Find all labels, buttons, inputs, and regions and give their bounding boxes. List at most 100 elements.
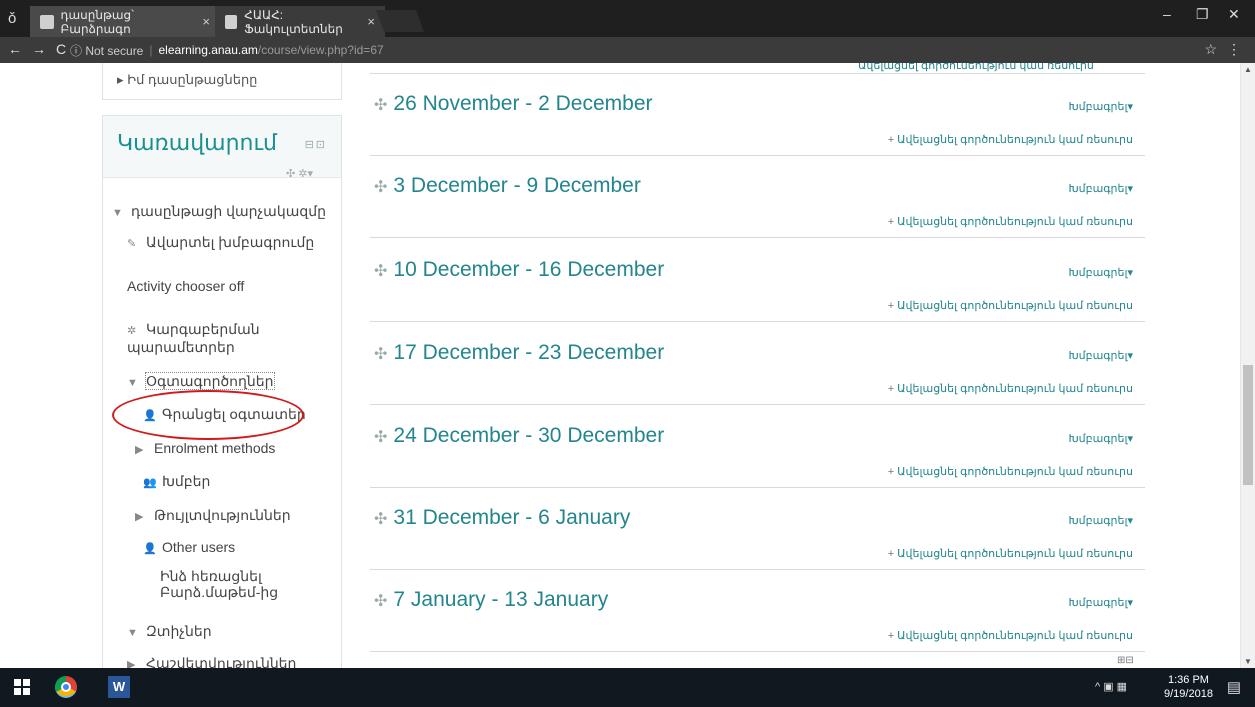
system-tray-icons[interactable]: ^ ▣ ▦ (1095, 680, 1127, 693)
sidebar-item-turn-editing-off[interactable]: ✎ Ավարտել խմբագրումը (127, 234, 314, 251)
add-activity-link[interactable]: + Ավելացնել գործունեություն կամ ռեսուրս (888, 382, 1133, 395)
scroll-down-icon[interactable]: ▼ (1244, 657, 1252, 666)
sidebar-item-users[interactable]: ▼ Օգտագործողներ (127, 372, 275, 390)
triangle-right-icon: ▶ (135, 444, 144, 456)
edit-menu[interactable]: Խմբագրել▾ (1069, 514, 1134, 527)
move-icon[interactable]: ✣ (374, 429, 387, 446)
add-activity-link[interactable]: Ավելացնել գործունեություն կամ ռեսուրս (858, 63, 1094, 72)
add-activity-link[interactable]: + Ավելացնել գործունեություն կամ ռեսուրս (888, 133, 1133, 146)
move-icon[interactable]: ✣ (374, 593, 387, 610)
course-section: ✣ 26 November - 2 December Խմբագրել▾ + Ավե… (370, 74, 1145, 156)
move-icon[interactable]: ✣ (374, 511, 387, 528)
sidebar-item-groups[interactable]: 👥 Խմբեր (143, 473, 210, 490)
section-title[interactable]: ✣ 3 December - 9 December (374, 174, 641, 198)
sidebar-item-course-admin[interactable]: ▼ դասընթացի վարչակազմը (112, 203, 326, 220)
plus-icon: + (887, 548, 895, 560)
edit-menu[interactable]: Խմբագրել▾ (1069, 100, 1134, 113)
forward-icon[interactable]: → (32, 41, 56, 57)
block-controls-icon[interactable]: ⊟⊡ (305, 138, 327, 151)
sidebar-item-permissions[interactable]: ▶ Թույլտվություններ (135, 507, 291, 524)
nav-buttons: ←→C (8, 41, 76, 57)
sidebar-item-activity-chooser[interactable]: Activity chooser off (127, 278, 244, 294)
new-tab-button[interactable] (375, 10, 425, 32)
close-window-icon[interactable]: ✕ (1228, 6, 1240, 23)
my-courses-link[interactable]: ▸ Իմ դասընթացները (117, 72, 257, 88)
sidebar-item-unenrol[interactable]: Ինձ հեռացնել Բարձ.մաթեմ-ից (160, 568, 280, 600)
tab-faculties[interactable]: ՀԱԱՀ: Ֆակուլտետներ × (215, 6, 385, 37)
section-title[interactable]: ✣ 26 November - 2 December (374, 92, 653, 116)
filter-icon: ▼ (127, 627, 138, 639)
tab-course[interactable]: դասընթաց՝ Բարձրագո × (30, 6, 220, 37)
browser-tab-bar: ǒ դասընթաց՝ Բարձրագո × ՀԱԱՀ: Ֆակուլտետնե… (0, 0, 1255, 37)
plus-icon: + (887, 466, 895, 478)
sidebar-item-reports[interactable]: ▶ Հաշվետվություններ (127, 655, 296, 668)
scroll-thumb[interactable] (1243, 365, 1253, 485)
gear-icon: ✲ (127, 325, 137, 337)
course-section: ✣ 31 December - 6 January Խմբագրել▾ + Ավել… (370, 488, 1145, 570)
groups-icon: 👥 (143, 477, 157, 489)
section-title[interactable]: ✣ 31 December - 6 January (374, 506, 630, 530)
windows-taskbar: W ^ ▣ ▦ 1:36 PM 9/19/2018 ▤ (0, 668, 1255, 707)
edit-menu[interactable]: Խմբագրել▾ (1069, 596, 1134, 609)
triangle-down-icon: ▼ (127, 377, 138, 389)
address-bar[interactable]: ⓘ Not secure | elearning.anau.am /course… (70, 39, 1220, 61)
url-host: elearning.anau.am (158, 43, 258, 57)
tab-label: ՀԱԱՀ: Ֆակուլտետներ (244, 7, 343, 36)
edit-menu[interactable]: Խմբագրել▾ (1069, 432, 1134, 445)
maximize-icon[interactable]: ❐ (1196, 6, 1209, 23)
minimize-icon[interactable]: – (1163, 6, 1171, 22)
clock-date: 9/19/2018 (1164, 688, 1213, 700)
edit-menu[interactable]: Խմբագրել▾ (1069, 349, 1134, 362)
scroll-up-icon[interactable]: ▲ (1244, 65, 1252, 74)
add-activity-link[interactable]: + Ավելացնել գործունեություն կամ ռեսուրս (888, 547, 1133, 560)
add-activity-link[interactable]: + Ավելացնել գործունեություն կամ ռեսուրս (888, 629, 1133, 642)
bookmark-star-icon[interactable]: ☆ (1204, 41, 1217, 58)
back-icon[interactable]: ← (8, 41, 32, 57)
add-activity-link[interactable]: + Ավելացնել գործունեություն կամ ռեսուրս (888, 465, 1133, 478)
add-activity-link[interactable]: + Ավելացնել գործունեություն կամ ռեսուրս (888, 299, 1133, 312)
triangle-down-icon: ▼ (112, 207, 123, 219)
move-icon[interactable]: ✣ (374, 346, 387, 363)
plus-icon: + (887, 300, 895, 312)
edit-menu[interactable]: Խմբագրել▾ (1069, 182, 1134, 195)
add-activity-link[interactable]: + Ավելացնել գործունեություն կամ ռեսուրս (888, 215, 1133, 228)
taskbar-clock[interactable]: 1:36 PM 9/19/2018 (1164, 673, 1213, 701)
sidebar-item-filters[interactable]: ▼ Զտիչներ (127, 623, 212, 640)
administration-title: Կառավարում (117, 130, 277, 155)
course-section: ✣ 3 December - 9 December Խմբագրել▾ + Ավել… (370, 156, 1145, 238)
course-section: ✣ 17 December - 23 December Խմբագրել▾ + Ավ… (370, 323, 1145, 405)
page-scrollbar[interactable]: ▲ ▼ (1240, 63, 1255, 668)
plus-icon: + (887, 216, 895, 228)
url-separator: | (149, 43, 153, 57)
move-icon[interactable]: ✣ (374, 97, 387, 114)
triangle-right-icon: ▶ (127, 659, 136, 668)
course-section: ✣ 10 December - 16 December Խմբագրել▾ + Ավ… (370, 240, 1145, 322)
word-taskbar-icon[interactable]: W (108, 676, 130, 698)
windows-start-icon[interactable] (14, 679, 30, 695)
my-courses-block: ▸ Իմ դասընթացները (102, 63, 342, 100)
section-title[interactable]: ✣ 7 January - 13 January (374, 588, 608, 612)
user-icon: 👤 (143, 543, 157, 555)
chrome-taskbar-icon[interactable] (55, 676, 77, 698)
close-tab-icon[interactable]: × (202, 14, 210, 29)
close-tab-icon[interactable]: × (367, 14, 375, 29)
section-title[interactable]: ✣ 17 December - 23 December (374, 341, 664, 365)
section-title[interactable]: ✣ 10 December - 16 December (374, 258, 664, 282)
expand-collapse-icon[interactable]: ⊞⊟ (1117, 655, 1134, 666)
notifications-icon[interactable]: ▤ (1227, 678, 1241, 696)
sidebar-item-settings[interactable]: ✲ Կարգաբերման պարամետրեր (127, 321, 287, 355)
plus-icon: + (887, 134, 895, 146)
plus-icon: + (887, 383, 895, 395)
edit-menu[interactable]: Խմբագրել▾ (1069, 266, 1134, 279)
moodle-favicon-icon (225, 14, 238, 29)
sidebar-item-other-users[interactable]: 👤 Other users (143, 539, 235, 555)
sidebar-item-enrolment-methods[interactable]: ▶ Enrolment methods (135, 440, 275, 456)
browser-toolbar: ←→C ⓘ Not secure | elearning.anau.am /co… (0, 37, 1255, 63)
browser-menu-icon[interactable]: ⋮ (1227, 41, 1241, 58)
section-title[interactable]: ✣ 24 December - 30 December (374, 424, 664, 448)
security-indicator[interactable]: ⓘ Not secure (70, 42, 143, 59)
move-icon[interactable]: ✣ (374, 263, 387, 280)
course-section: ✣ 7 January - 13 January Խմբագրել▾ + Ավելա… (370, 570, 1145, 652)
move-icon[interactable]: ✣ (374, 179, 387, 196)
clock-time: 1:36 PM (1167, 674, 1209, 686)
